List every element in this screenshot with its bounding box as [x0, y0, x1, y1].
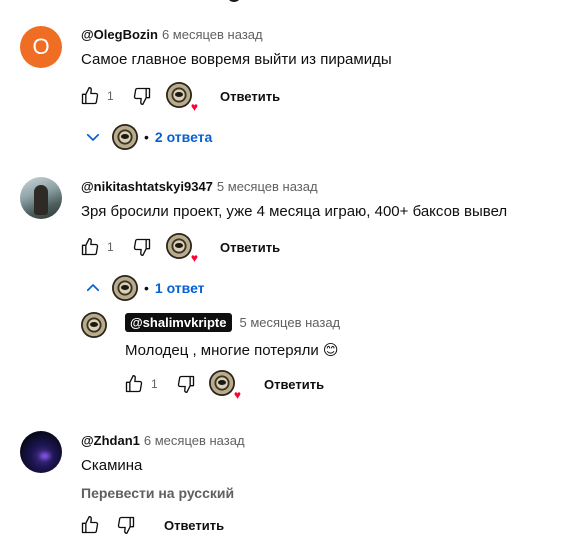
comment-author-line: @Zhdan1 6 месяцев назад [81, 433, 245, 448]
hide-replies-button[interactable]: • 1 ответ [84, 274, 205, 302]
heart-icon: ♥ [190, 251, 198, 265]
avatar-glow [40, 453, 50, 459]
comment-text: Скамина [81, 457, 143, 474]
comment-text: Зря бросили проект, уже 4 месяца играю, … [81, 203, 508, 220]
thumb-up-icon[interactable] [80, 515, 100, 535]
chevron-down-icon [86, 133, 100, 141]
comment-text: Самое главное вовремя выйти из пирамиды [81, 51, 392, 68]
thumb-down-icon[interactable] [116, 515, 136, 535]
creator-author-chip[interactable]: @shalimvkripte [125, 313, 232, 332]
avatar-figure [34, 185, 48, 215]
reply-avatar[interactable] [81, 312, 107, 338]
reply-button[interactable]: Ответить [164, 518, 224, 533]
author-name[interactable]: @OlegBozin [81, 27, 158, 42]
author-name[interactable]: @Zhdan1 [81, 433, 140, 448]
reply-time[interactable]: 5 месяцев назад [240, 315, 341, 330]
thumb-up-icon[interactable] [80, 86, 100, 106]
reply-button[interactable]: Ответить [264, 377, 324, 392]
thumb-down-icon[interactable] [132, 86, 152, 106]
avatar[interactable]: O [20, 26, 62, 68]
comment-time[interactable]: 6 месяцев назад [162, 27, 263, 42]
creator-avatar [112, 124, 138, 150]
replies-count: 1 ответ [154, 280, 205, 296]
author-name[interactable]: @nikitashtatskyi9347 [81, 179, 213, 194]
comment-time[interactable]: 6 месяцев назад [144, 433, 245, 448]
reply-button[interactable]: Ответить [220, 89, 280, 104]
separator-dot: • [144, 129, 149, 145]
creator-avatar [112, 275, 138, 301]
creator-heart-avatar: ♥ [166, 82, 198, 113]
avatar-letter: O [32, 34, 50, 59]
thumb-down-icon[interactable] [132, 237, 152, 257]
scroll-remnant [229, 0, 239, 2]
thumb-down-icon[interactable] [176, 374, 196, 394]
comment-author-line: @OlegBozin 6 месяцев назад [81, 27, 263, 42]
thumb-up-icon[interactable] [124, 374, 144, 394]
show-replies-button[interactable]: • 2 ответа [84, 123, 212, 151]
reply-button[interactable]: Ответить [220, 240, 280, 255]
avatar[interactable] [20, 431, 62, 473]
creator-heart-avatar: ♥ [209, 370, 241, 401]
heart-icon: ♥ [233, 388, 241, 402]
reply-text: Молодец , многие потеряли 😊 [125, 342, 339, 359]
translate-link[interactable]: Перевести на русский [81, 485, 234, 501]
avatar[interactable] [20, 177, 62, 219]
comment-author-line: @nikitashtatskyi9347 5 месяцев назад [81, 179, 318, 194]
replies-count: 2 ответа [154, 129, 213, 145]
like-count: 1 [151, 377, 158, 391]
thumb-up-icon[interactable] [80, 237, 100, 257]
separator-dot: • [144, 280, 149, 296]
creator-heart-avatar: ♥ [166, 233, 198, 264]
like-count: 1 [107, 240, 114, 254]
heart-icon: ♥ [190, 100, 198, 114]
chevron-up-icon [86, 284, 100, 292]
like-count: 1 [107, 89, 114, 103]
comment-time[interactable]: 5 месяцев назад [217, 179, 318, 194]
reply-author-line: @shalimvkripte 5 месяцев назад [125, 313, 341, 332]
